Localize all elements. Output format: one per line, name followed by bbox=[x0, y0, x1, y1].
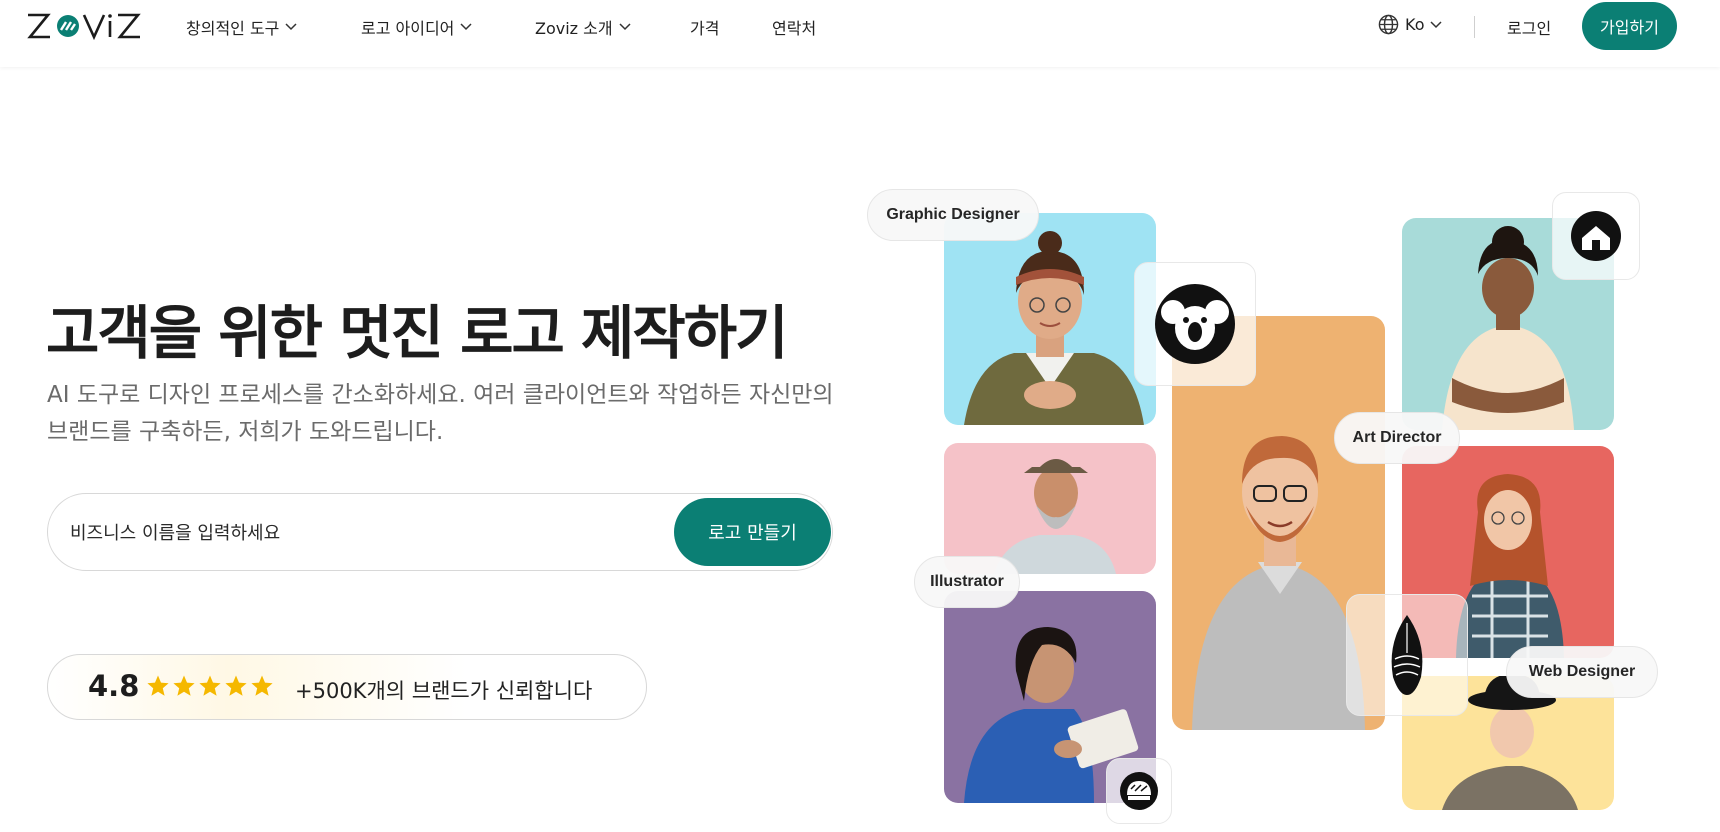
web-designer-label: Web Designer bbox=[1506, 646, 1658, 698]
house-logo-tile bbox=[1552, 192, 1640, 280]
star-icon bbox=[147, 675, 169, 696]
rating-badge: 4.8 +500K개의 브랜드가 신뢰합니다 bbox=[47, 654, 647, 720]
hero-subtitle: AI 도구로 디자인 프로세스를 간소화하세요. 여러 클라이언트와 작업하든 … bbox=[47, 382, 834, 445]
chevron-down-icon bbox=[460, 23, 472, 31]
chevron-down-icon bbox=[285, 23, 297, 31]
language-selector[interactable]: Ko bbox=[1378, 14, 1443, 35]
trust-text: +500K개의 브랜드가 신뢰합니다 bbox=[295, 679, 593, 703]
illustrator-label: Illustrator bbox=[914, 556, 1020, 608]
chevron-down-icon bbox=[619, 23, 631, 31]
nav-logo-ideas[interactable]: 로고 아이디어 bbox=[361, 15, 472, 39]
bearded-man-photo bbox=[944, 443, 1156, 574]
nav-contact[interactable]: 연락처 bbox=[772, 15, 816, 39]
bread-logo-tile bbox=[1106, 758, 1172, 824]
nav-creative-tools[interactable]: 창의적인 도구 bbox=[186, 15, 297, 39]
koala-logo-icon bbox=[1155, 284, 1235, 364]
nav-label: 로고 아이디어 bbox=[361, 19, 455, 38]
site-header: 창의적인 도구 로고 아이디어 Zoviz 소개 가격 연락처 Ko 로그인 가… bbox=[0, 0, 1720, 67]
signup-button[interactable]: 가입하기 bbox=[1582, 2, 1677, 50]
surfboard-logo-tile bbox=[1346, 594, 1468, 716]
bread-logo-icon bbox=[1120, 772, 1158, 810]
graphic-designer-photo bbox=[944, 213, 1156, 425]
rating-score: 4.8 bbox=[88, 669, 140, 703]
create-logo-button[interactable]: 로고 만들기 bbox=[674, 498, 831, 566]
hero-title: 고객을 위한 멋진 로고 제작하기 bbox=[46, 299, 788, 367]
language-label: Ko bbox=[1405, 15, 1425, 34]
surfboard-logo-icon bbox=[1391, 615, 1423, 695]
nav-label: 가격 bbox=[690, 19, 720, 38]
house-logo-icon bbox=[1571, 211, 1621, 261]
header-divider bbox=[1474, 16, 1475, 38]
nav-label: Zoviz 소개 bbox=[535, 19, 613, 38]
business-name-form: 로고 만들기 bbox=[47, 493, 833, 571]
nav-label: 창의적인 도구 bbox=[186, 19, 280, 38]
star-icon bbox=[251, 675, 273, 696]
star-icon bbox=[225, 675, 247, 696]
nav-pricing[interactable]: 가격 bbox=[690, 15, 719, 39]
nav-label: 연락처 bbox=[772, 19, 817, 38]
rating-stars bbox=[146, 674, 274, 698]
zoviz-logo[interactable] bbox=[26, 12, 146, 40]
art-director-label: Art Director bbox=[1334, 412, 1460, 464]
graphic-designer-label: Graphic Designer bbox=[867, 189, 1039, 241]
login-link[interactable]: 로그인 bbox=[1507, 15, 1551, 39]
globe-icon bbox=[1378, 14, 1399, 35]
nav-about-zoviz[interactable]: Zoviz 소개 bbox=[535, 15, 631, 39]
star-icon bbox=[199, 675, 221, 696]
chevron-down-icon bbox=[1430, 20, 1443, 28]
star-icon bbox=[173, 675, 195, 696]
koala-logo-tile bbox=[1134, 262, 1256, 386]
business-name-input[interactable] bbox=[68, 512, 652, 554]
